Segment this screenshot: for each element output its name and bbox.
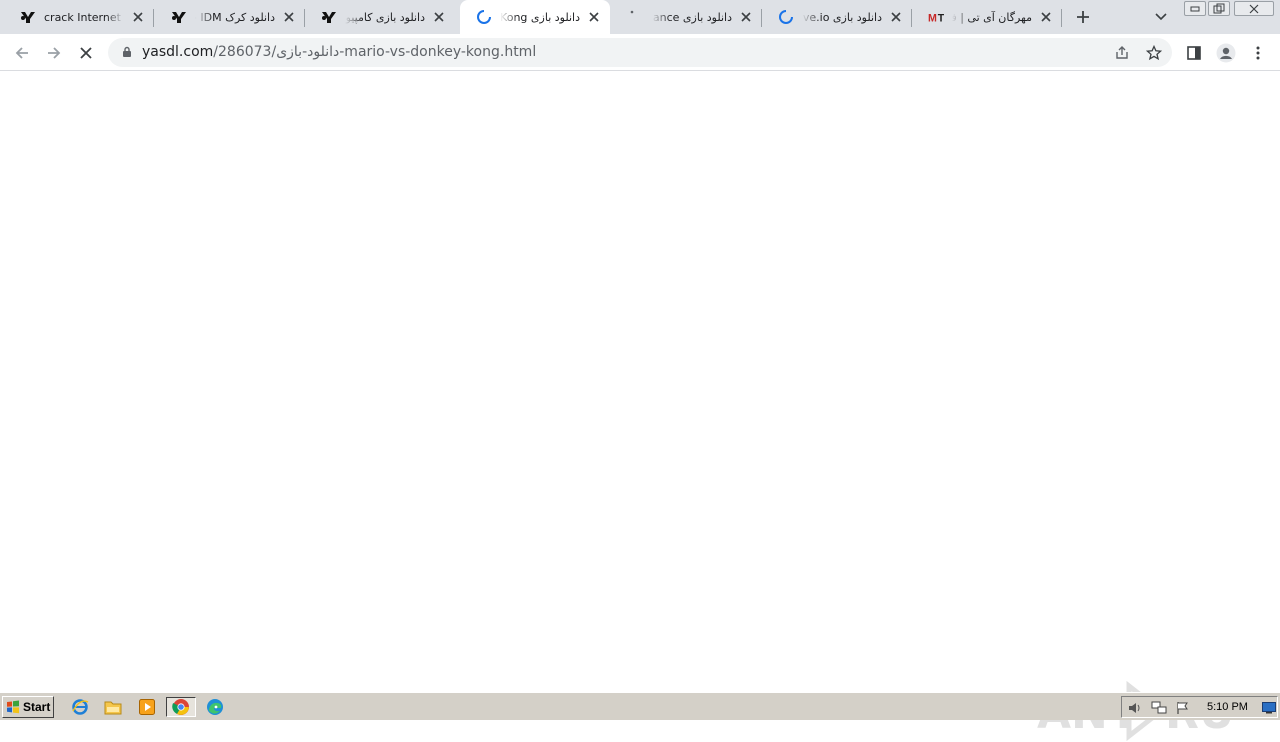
close-window-button[interactable]: [1234, 1, 1274, 16]
close-icon: [1249, 4, 1259, 13]
close-icon[interactable]: [130, 9, 146, 25]
menu-button[interactable]: [1246, 41, 1270, 65]
loading-dot-icon: [628, 9, 644, 25]
edge-icon[interactable]: [204, 697, 226, 717]
tab-title: دانلود بازی کامپیوتر: [345, 10, 425, 24]
internet-explorer-icon[interactable]: [69, 697, 91, 717]
close-icon[interactable]: [281, 9, 297, 25]
tab-mehregan-it[interactable]: MT مهرگان آی تی | فروشگاه: [912, 0, 1062, 34]
tab-title: دانلود بازی Drive.io: [802, 10, 882, 24]
stop-loading-button[interactable]: [73, 40, 99, 66]
url-host: yasdl.com: [142, 44, 214, 60]
restore-icon: [1213, 3, 1225, 14]
yasdl-logo-icon: [20, 9, 36, 25]
start-button[interactable]: Start: [2, 696, 54, 718]
bookmark-button[interactable]: [1144, 43, 1164, 63]
tab-separator: [153, 9, 154, 27]
avatar-icon: [1216, 43, 1236, 63]
close-icon[interactable]: [431, 9, 447, 25]
tab-title: مهرگان آی تی | فروشگاه: [952, 10, 1032, 24]
tab-idm-crack[interactable]: دانلود کرک IDM جد: [155, 0, 305, 34]
tab-separator: [1061, 9, 1062, 27]
loading-spinner-icon: [476, 9, 492, 25]
share-button[interactable]: [1112, 43, 1132, 63]
system-tray: 5:10 PM: [1121, 696, 1278, 718]
file-explorer-icon[interactable]: [102, 697, 124, 717]
minimize-icon: [1190, 6, 1200, 11]
forward-arrow-icon: [48, 47, 61, 59]
url-path: /286073/دانلود-بازی-mario-vs-donkey-kong…: [213, 44, 537, 60]
tab-title: دانلود بازی Mario vs Donkey Kong: [500, 10, 580, 24]
taskbar-clock[interactable]: 5:10 PM: [1207, 701, 1248, 713]
tab-search-button[interactable]: [1150, 5, 1172, 29]
chrome-icon[interactable]: [166, 697, 196, 717]
media-player-icon[interactable]: [136, 697, 158, 717]
tab-title: دانلود بازی Defiance: [652, 10, 732, 24]
svg-text:T: T: [938, 12, 944, 23]
new-tab-button[interactable]: [1071, 5, 1095, 29]
star-icon: [1146, 45, 1162, 61]
share-icon: [1116, 46, 1128, 59]
svg-text:M: M: [928, 12, 937, 23]
show-desktop-icon[interactable]: [1261, 700, 1277, 716]
loading-spinner-icon: [778, 9, 794, 25]
stop-icon: [80, 47, 92, 59]
yasdl-logo-icon: [171, 9, 187, 25]
lock-icon[interactable]: [120, 45, 134, 59]
tab-drive-io[interactable]: دانلود بازی Drive.io: [762, 0, 912, 34]
yasdl-logo-icon: [321, 9, 337, 25]
volume-icon[interactable]: [1127, 700, 1143, 716]
mit-logo-icon: MT: [928, 9, 944, 25]
tab-title: دانلود کرک IDM جد: [195, 10, 275, 24]
close-icon[interactable]: [738, 9, 754, 25]
action-center-flag-icon[interactable]: [1175, 700, 1191, 716]
plus-icon: [1077, 11, 1089, 23]
close-icon[interactable]: [1038, 9, 1054, 25]
chevron-down-icon: [1155, 13, 1167, 21]
network-icon[interactable]: [1151, 700, 1167, 716]
back-arrow-icon: [15, 47, 28, 59]
browser-toolbar: yasdl.com/286073/دانلود-بازی-mario-vs-do…: [0, 34, 1280, 71]
windows-taskbar: Start 5:10 PM: [0, 692, 1280, 720]
close-icon[interactable]: [586, 9, 602, 25]
side-panel-button[interactable]: [1182, 41, 1206, 65]
address-bar[interactable]: yasdl.com/286073/دانلود-بازی-mario-vs-do…: [108, 38, 1172, 67]
minimize-button[interactable]: [1184, 1, 1206, 16]
restore-button[interactable]: [1208, 1, 1230, 16]
tab-title: crack Internet Dow: [44, 10, 124, 24]
forward-button[interactable]: [41, 40, 67, 66]
page-content: ANY RUN: [0, 72, 1280, 742]
profile-button[interactable]: [1214, 41, 1238, 65]
kebab-menu-icon: [1256, 46, 1260, 60]
side-panel-icon: [1187, 46, 1201, 60]
back-button[interactable]: [9, 40, 35, 66]
tab-crack-internet-download[interactable]: crack Internet Dow: [4, 0, 154, 34]
tab-pc-games[interactable]: دانلود بازی کامپیوتر: [305, 0, 455, 34]
tab-strip: crack Internet Dow دانلود کرک IDM جد دان…: [0, 0, 1280, 34]
windows-logo-icon: [7, 700, 19, 714]
tab-mario-vs-donkey-kong[interactable]: دانلود بازی Mario vs Donkey Kong: [460, 0, 610, 34]
tab-defiance[interactable]: دانلود بازی Defiance: [612, 0, 762, 34]
start-label: Start: [23, 700, 51, 714]
url-text[interactable]: yasdl.com/286073/دانلود-بازی-mario-vs-do…: [142, 44, 536, 60]
close-icon[interactable]: [888, 9, 904, 25]
